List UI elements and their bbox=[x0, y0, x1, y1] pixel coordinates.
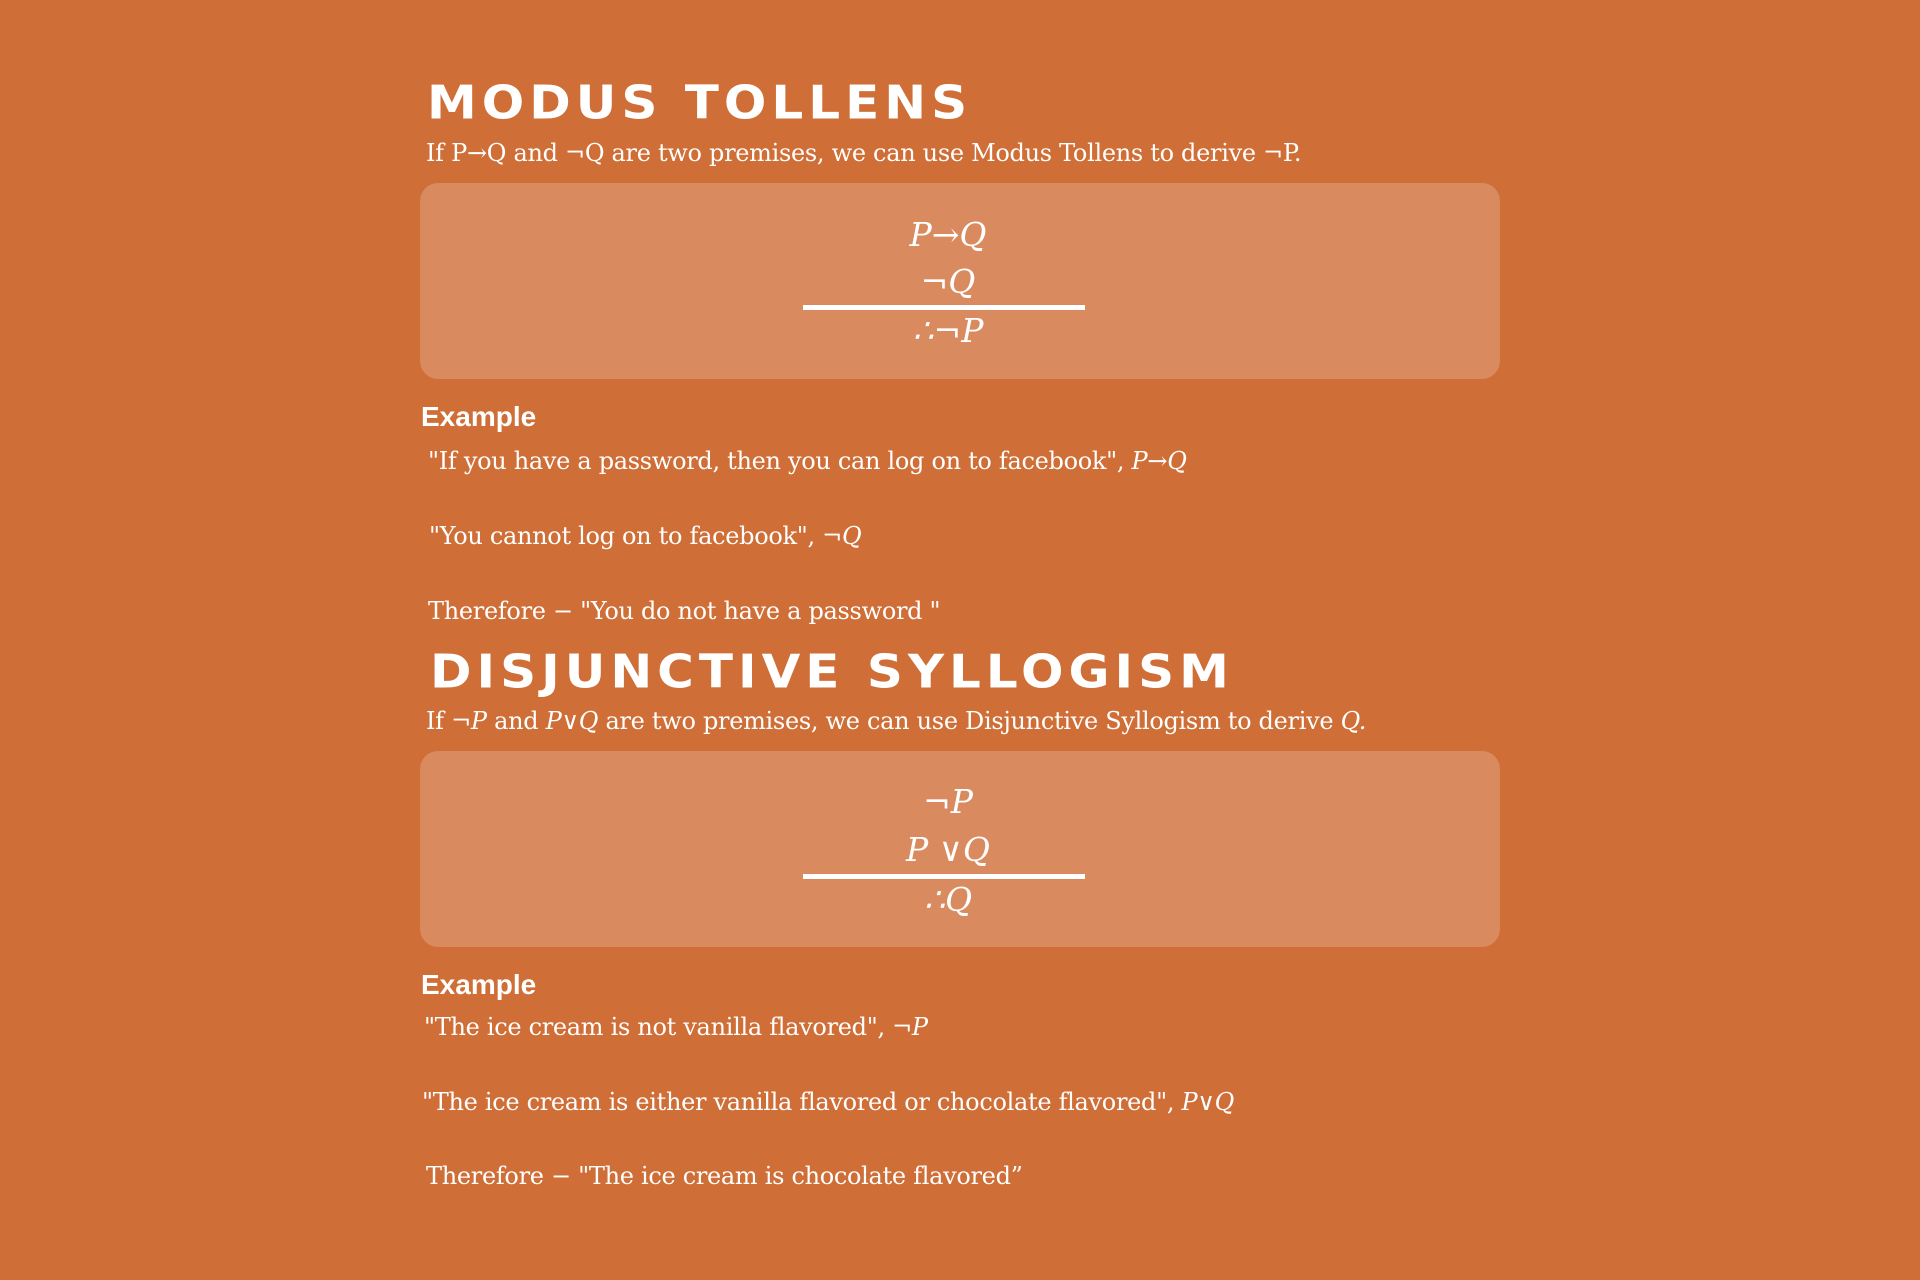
modus-tollens-example-1: "If you have a password, then you can lo… bbox=[428, 449, 1187, 473]
intro-text: If bbox=[426, 707, 452, 735]
modus-tollens-example-heading: Example bbox=[421, 401, 537, 432]
intro-symbol: ¬P bbox=[451, 707, 487, 735]
example-text: "You cannot log on to facebook", bbox=[429, 522, 823, 550]
disjunctive-syllogism-premise-2: P ∨Q bbox=[906, 830, 990, 869]
intro-symbol: P∨Q bbox=[545, 707, 599, 735]
modus-tollens-premise-1: P→Q bbox=[909, 215, 987, 254]
example-symbol: ¬P bbox=[892, 1013, 928, 1041]
modus-tollens-example-2: "You cannot log on to facebook", ¬Q bbox=[429, 522, 862, 550]
disjunctive-syllogism-conclusion-example: Therefore − "The ice cream is chocolate … bbox=[426, 1164, 1023, 1188]
example-text: Therefore − "You do not have a password … bbox=[428, 597, 941, 625]
modus-tollens-conclusion-example: Therefore − "You do not have a password … bbox=[428, 597, 941, 625]
modus-tollens-conclusion: ∴¬P bbox=[912, 311, 984, 350]
example-text: "The ice cream is not vanilla flavored", bbox=[424, 1013, 893, 1041]
intro-text: and bbox=[486, 707, 546, 735]
modus-tollens-formula-box: P→Q ¬Q ∴¬P bbox=[420, 183, 1500, 379]
intro-text: are two premises, we can use Disjunctive… bbox=[598, 707, 1341, 735]
disjunctive-syllogism-example-1: "The ice cream is not vanilla flavored",… bbox=[424, 1015, 928, 1039]
example-symbol: P∨Q bbox=[1181, 1088, 1235, 1116]
example-text: Therefore − "The ice cream is chocolate … bbox=[426, 1162, 1023, 1190]
disjunctive-syllogism-conclusion: ∴Q bbox=[923, 880, 973, 919]
disjunctive-syllogism-premise-1: ¬P bbox=[923, 782, 973, 821]
disjunctive-syllogism-formula-box: ¬P P ∨Q ∴Q bbox=[420, 751, 1500, 947]
disjunctive-syllogism-intro: If ¬P and P∨Q are two premises, we can u… bbox=[426, 709, 1366, 733]
disjunctive-syllogism-example-heading: Example bbox=[421, 969, 537, 1000]
example-text: "The ice cream is either vanilla flavore… bbox=[422, 1088, 1182, 1116]
disjunctive-syllogism-example-2: "The ice cream is either vanilla flavore… bbox=[422, 1090, 1234, 1114]
example-symbol: ¬Q bbox=[822, 522, 862, 550]
disjunctive-syllogism-title: Disjunctive Syllogism bbox=[430, 645, 1234, 699]
modus-tollens-inference-line bbox=[803, 305, 1085, 310]
disjunctive-syllogism-inference-line bbox=[803, 874, 1085, 879]
modus-tollens-intro: If P→Q and ¬Q are two premises, we can u… bbox=[426, 139, 1302, 167]
modus-tollens-premise-2: ¬Q bbox=[920, 262, 976, 301]
example-symbol: P→Q bbox=[1131, 447, 1187, 475]
example-text: "If you have a password, then you can lo… bbox=[428, 447, 1132, 475]
intro-symbol: Q. bbox=[1340, 707, 1367, 735]
modus-tollens-title: Modus Tollens bbox=[427, 76, 973, 130]
